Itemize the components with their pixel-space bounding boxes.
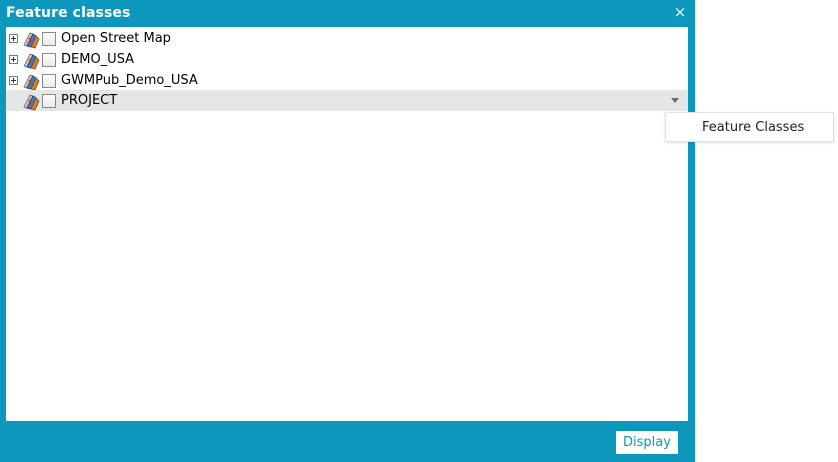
tree-item-demo-usa[interactable]: DEMO_USA xyxy=(6,49,688,70)
chevron-down-icon[interactable] xyxy=(671,98,679,103)
tree-item-open-street-map[interactable]: Open Street Map xyxy=(6,28,688,49)
expand-plus-icon[interactable] xyxy=(9,55,18,64)
layer-checkbox[interactable] xyxy=(42,32,56,46)
expand-plus-icon[interactable] xyxy=(9,76,18,85)
layer-stack-icon xyxy=(23,32,40,49)
menu-item-feature-classes[interactable]: Feature Classes xyxy=(666,113,833,141)
tree-item-project[interactable]: PROJECT xyxy=(6,90,688,111)
context-menu: Feature Classes xyxy=(665,112,834,142)
feature-class-tree: Open Street Map DEMO_USA GWMPub_Demo_USA… xyxy=(6,27,688,421)
close-icon[interactable]: × xyxy=(672,4,688,20)
tree-item-gwmpub-demo-usa[interactable]: GWMPub_Demo_USA xyxy=(6,70,688,91)
dialog-title: Feature classes xyxy=(6,5,131,21)
dialog-titlebar[interactable]: Feature classes × xyxy=(0,0,695,27)
tree-item-label: GWMPub_Demo_USA xyxy=(61,73,198,88)
dialog-footer: Display xyxy=(0,421,695,462)
tree-item-label: PROJECT xyxy=(61,93,118,108)
display-button[interactable]: Display xyxy=(616,431,678,454)
layer-stack-icon xyxy=(23,53,40,70)
layer-stack-icon xyxy=(23,74,40,91)
tree-item-label: Open Street Map xyxy=(61,31,171,46)
layer-checkbox[interactable] xyxy=(42,94,56,108)
layer-stack-icon xyxy=(23,94,40,111)
layer-checkbox[interactable] xyxy=(42,74,56,88)
feature-classes-dialog: Feature classes × Open Street Map DEMO_U… xyxy=(0,0,695,462)
menu-item-label: Feature Classes xyxy=(702,120,805,135)
expand-plus-icon[interactable] xyxy=(9,34,18,43)
tree-item-label: DEMO_USA xyxy=(61,52,135,67)
layer-checkbox[interactable] xyxy=(42,53,56,67)
